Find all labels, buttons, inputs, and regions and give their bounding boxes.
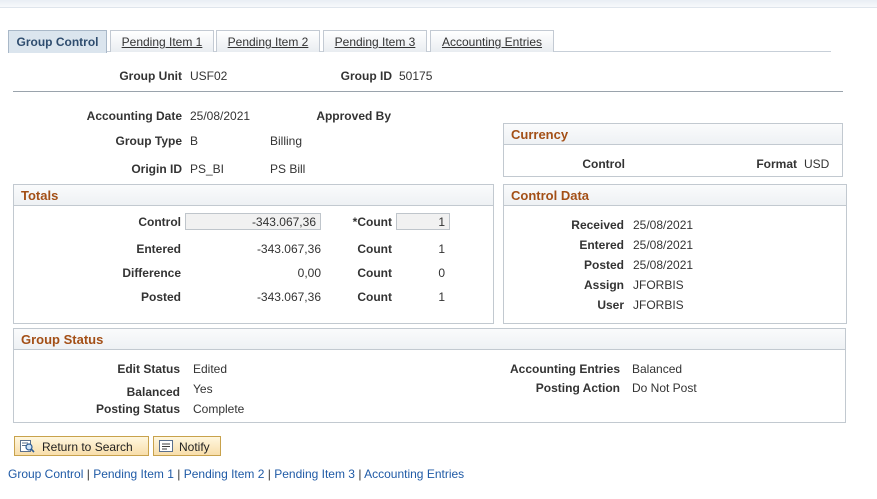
tab-label: Pending Item 2 (227, 35, 309, 49)
group-status-section: Group Status Edit Status Edited Balanced… (13, 328, 846, 423)
group-unit-label: Group Unit (119, 69, 182, 83)
link-pending-item-3[interactable]: Pending Item 3 (274, 467, 355, 481)
header-divider (13, 91, 843, 92)
totals-control-count-label: *Count (352, 215, 392, 229)
control-data-section: Control Data Received 25/08/2021 Entered… (503, 184, 847, 324)
tab-accounting-entries[interactable]: Accounting Entries (430, 30, 554, 52)
link-separator: | (267, 467, 271, 481)
currency-format-label: Format (756, 157, 797, 171)
entered-count: 1 (438, 242, 445, 256)
posting-action-label: Posting Action (535, 381, 620, 395)
user-value: JFORBIS (633, 298, 684, 312)
group-type-label: Group Type (115, 134, 182, 148)
link-pending-item-1[interactable]: Pending Item 1 (93, 467, 174, 481)
currency-section: Currency Control Format USD (503, 123, 843, 177)
accounting-entries-status-label: Accounting Entries (509, 362, 620, 376)
tab-pending-item-1[interactable]: Pending Item 1 (110, 30, 214, 52)
notify-label: Notify (179, 440, 210, 454)
balanced-value: Yes (193, 382, 213, 396)
notify-icon (159, 440, 173, 452)
group-type-code: B (190, 134, 199, 148)
link-separator: | (358, 467, 362, 481)
assign-label: Assign (583, 278, 624, 292)
posting-status-value: Complete (193, 402, 245, 416)
tab-label: Group Control (16, 35, 99, 49)
totals-difference-label: Difference (122, 266, 181, 280)
top-banner (0, 0, 877, 8)
bottom-page-links: Group Control | Pending Item 1 | Pending… (8, 467, 464, 481)
accounting-date-label: Accounting Date (86, 109, 182, 123)
approved-by-label: Approved By (316, 109, 391, 123)
difference-count-label: Count (357, 266, 392, 280)
tab-label: Pending Item 3 (334, 35, 416, 49)
control-count-field[interactable]: 1 (396, 213, 450, 230)
link-pending-item-2[interactable]: Pending Item 2 (184, 467, 265, 481)
tab-label: Accounting Entries (441, 35, 543, 49)
received-label: Received (571, 218, 624, 232)
entered-amount: -343.067,36 (256, 242, 321, 256)
tab-pending-item-3[interactable]: Pending Item 3 (323, 30, 427, 52)
entered-date-label: Entered (579, 238, 624, 252)
control-data-header: Control Data (504, 185, 846, 206)
totals-section: Totals Control -343.067,36 *Count 1 Ente… (13, 184, 494, 324)
group-type-description: Billing (270, 134, 303, 148)
totals-entered-label: Entered (136, 242, 181, 256)
origin-id-label: Origin ID (131, 162, 182, 176)
currency-header: Currency (504, 124, 842, 145)
notify-button[interactable]: Notify (153, 436, 221, 456)
control-amount-field[interactable]: -343.067,36 (185, 213, 321, 230)
received-value: 25/08/2021 (633, 218, 694, 232)
posted-count-label: Count (357, 290, 392, 304)
totals-title: Totals (21, 188, 59, 203)
totals-posted-label: Posted (140, 290, 181, 304)
totals-header: Totals (14, 185, 493, 206)
user-label: User (597, 298, 624, 312)
entered-date-value: 25/08/2021 (633, 238, 694, 252)
link-group-control[interactable]: Group Control (8, 467, 83, 481)
search-list-icon (20, 440, 35, 453)
posted-date-label: Posted (583, 258, 624, 272)
control-data-title: Control Data (511, 188, 589, 203)
posted-amount: -343.067,36 (256, 290, 321, 304)
currency-control-label: Control (582, 157, 625, 171)
totals-control-label: Control (138, 215, 181, 229)
link-separator: | (177, 467, 181, 481)
group-unit-value: USF02 (190, 69, 228, 83)
tab-pending-item-2[interactable]: Pending Item 2 (216, 30, 320, 52)
entered-count-label: Count (357, 242, 392, 256)
group-id-label: Group ID (340, 69, 392, 83)
link-accounting-entries[interactable]: Accounting Entries (364, 467, 464, 481)
link-separator: | (86, 467, 90, 481)
origin-id-code: PS_BI (190, 162, 225, 176)
difference-amount: 0,00 (297, 266, 321, 280)
difference-count: 0 (438, 266, 445, 280)
accounting-entries-status-value: Balanced (632, 362, 683, 376)
balanced-label: Balanced (126, 385, 180, 399)
tab-group-control[interactable]: Group Control (8, 30, 107, 53)
edit-status-label: Edit Status (117, 362, 180, 376)
accounting-date-value: 25/08/2021 (190, 109, 251, 123)
origin-id-description: PS Bill (270, 162, 306, 176)
assign-value: JFORBIS (633, 278, 684, 292)
group-id-value: 50175 (399, 69, 433, 83)
return-to-search-label: Return to Search (42, 440, 133, 454)
tab-label: Pending Item 1 (121, 35, 203, 49)
page-tabs: Group Control Pending Item 1 Pending Ite… (8, 30, 831, 53)
posting-status-label: Posting Status (95, 402, 180, 416)
group-status-header: Group Status (14, 329, 845, 350)
currency-format-value: USD (804, 157, 830, 171)
return-to-search-button[interactable]: Return to Search (14, 436, 149, 456)
edit-status-value: Edited (193, 362, 228, 376)
currency-title: Currency (511, 127, 569, 142)
posted-count: 1 (438, 290, 445, 304)
group-status-title: Group Status (21, 332, 104, 347)
posting-action-value: Do Not Post (632, 381, 697, 395)
posted-date-value: 25/08/2021 (633, 258, 694, 272)
